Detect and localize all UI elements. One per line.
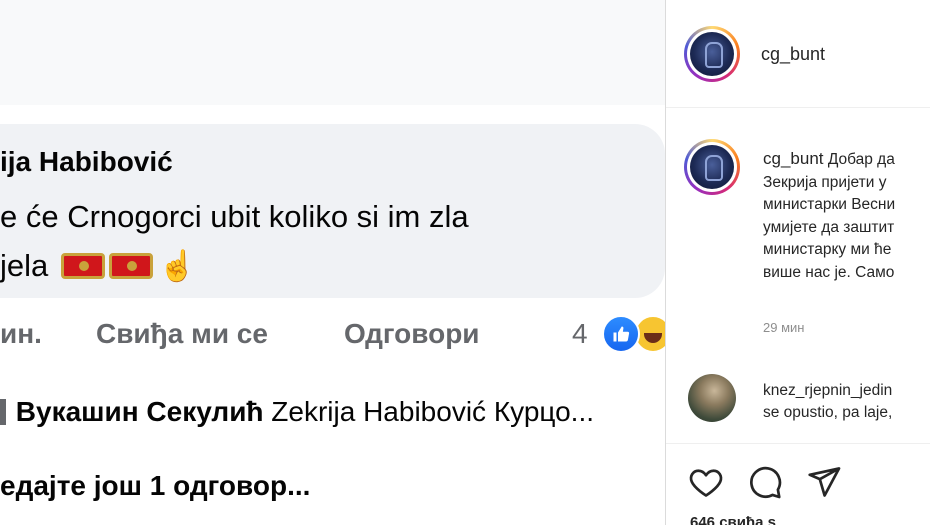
reply-comment: Вукашин Секулић Zekrija Habibović Курцо.…	[0, 396, 665, 440]
comment-body: knez_rjepnin_jedin se opustio, pa laje,	[763, 380, 930, 424]
like-link: Свиђа ми се	[96, 318, 268, 349]
comment-time: ин.	[0, 318, 42, 349]
comment-line-2: jela ☝	[0, 241, 469, 291]
header-username[interactable]: cg_bunt	[761, 44, 825, 65]
montenegro-flag-icon	[60, 253, 105, 279]
caption-line-text: Добар да	[827, 151, 895, 168]
post-header: cg_bunt	[666, 0, 930, 108]
comment-text: e će Crnogorci ubit koliko si im zla jel…	[0, 192, 469, 291]
reply-link: Одговори	[344, 318, 480, 349]
post-image-top-band	[0, 0, 665, 105]
reply-author: Вукашин Секулић	[15, 396, 264, 427]
pointing-up-emoji: ☝	[158, 250, 197, 283]
reply-indicator	[0, 399, 6, 425]
commenter-avatar[interactable]	[688, 374, 736, 422]
view-more-replies: едајте још 1 одговор...	[0, 470, 311, 501]
post-timestamp[interactable]: 29 мин	[763, 320, 804, 335]
comment-line-text: jela	[0, 248, 49, 283]
commenter-username[interactable]: knez_rjepnin_jedin	[763, 380, 930, 402]
caption-line: Зекрија пријети у	[763, 173, 887, 191]
share-icon[interactable]	[806, 464, 842, 500]
likes-count[interactable]: 646 свиђа s	[690, 514, 776, 525]
action-bar: 646 свиђа s	[666, 443, 930, 525]
comment-content: se opustio, pa laje,	[763, 404, 893, 421]
caption-block: cg_bunt Добар да Зекрија пријети у минис…	[666, 108, 930, 348]
comment-author: ija Habibović	[0, 146, 173, 177]
post-image: ija Habibović e će Crnogorci ubit koliko…	[0, 0, 665, 525]
caption-username[interactable]: cg_bunt	[763, 149, 824, 168]
heart-icon[interactable]	[688, 464, 724, 500]
reply-text: Zekrija Habibović Курцо...	[271, 396, 595, 427]
like-reaction-icon	[602, 315, 640, 353]
caption-line: министарку ми ћe	[763, 241, 892, 258]
caption-avatar[interactable]	[684, 139, 740, 195]
caption-line-1: cg_bunt Добар да	[763, 148, 930, 172]
comment-actions: ин. Свиђа ми се Одговори 4	[0, 315, 665, 356]
comment-icon[interactable]	[747, 464, 783, 500]
comment-item: knez_rjepnin_jedin se opustio, pa laje,	[666, 360, 930, 430]
instagram-panel: cg_bunt cg_bunt Добар да Зекрија пријети…	[665, 0, 930, 525]
montenegro-flag-icon	[108, 253, 153, 279]
caption-line: министарки Весни	[763, 196, 896, 213]
caption-line: више нас је. Само	[763, 263, 895, 281]
caption-line: умијете да заштит	[763, 218, 895, 236]
profile-avatar[interactable]	[684, 26, 740, 82]
comment-line: e će Crnogorci ubit koliko si im zla	[0, 199, 469, 234]
reaction-count: 4	[572, 318, 588, 349]
caption-text: cg_bunt Добар да Зекрија пријети у минис…	[763, 148, 930, 284]
